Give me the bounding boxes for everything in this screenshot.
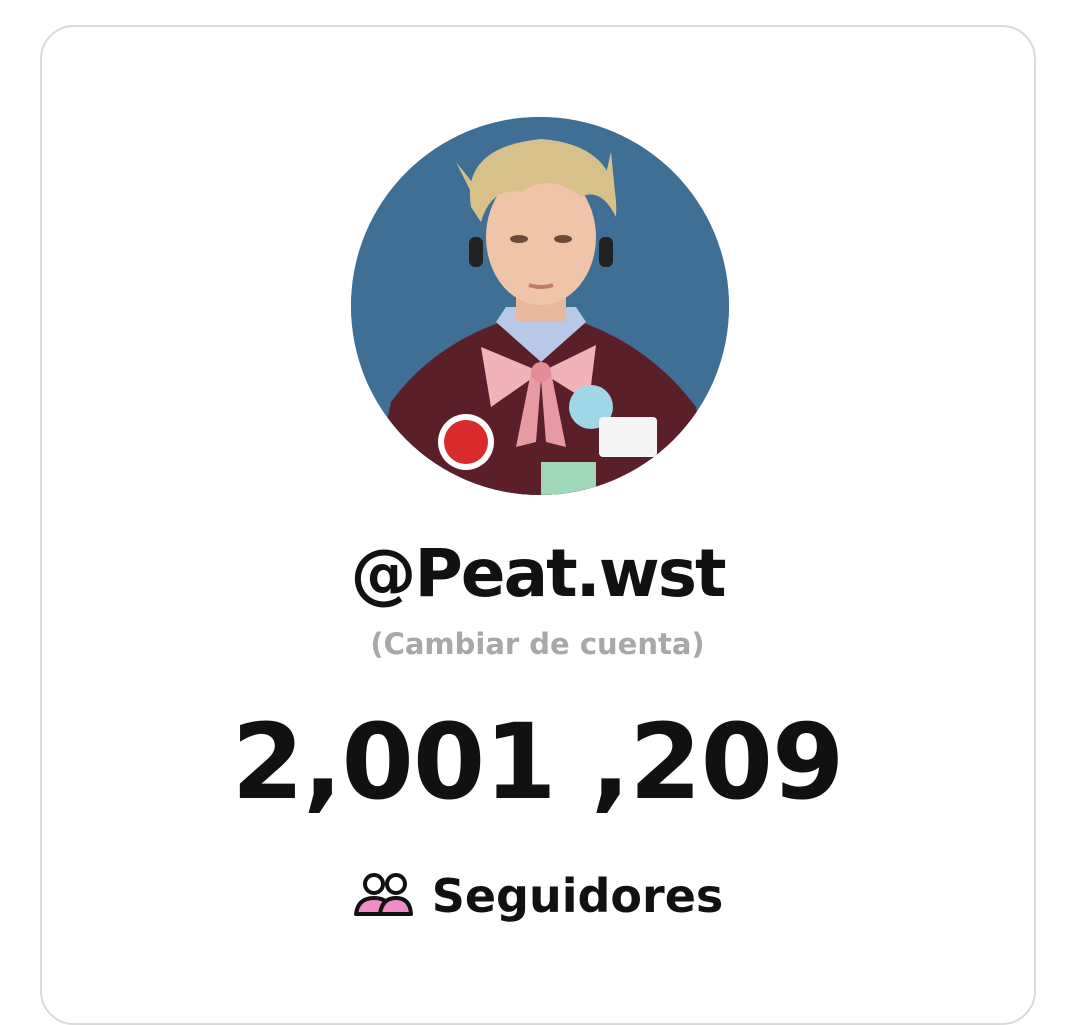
switch-account-link[interactable]: (Cambiar de cuenta)	[0, 624, 1075, 664]
followers-row: Seguidores	[0, 866, 1075, 926]
username: @Peat.wst	[350, 535, 726, 612]
followers-count: 2,001 ,209	[231, 701, 845, 823]
avatar[interactable]	[351, 117, 729, 495]
users-icon	[352, 870, 414, 922]
followers-label: Seguidores	[431, 869, 724, 923]
profile-photo	[351, 117, 729, 495]
